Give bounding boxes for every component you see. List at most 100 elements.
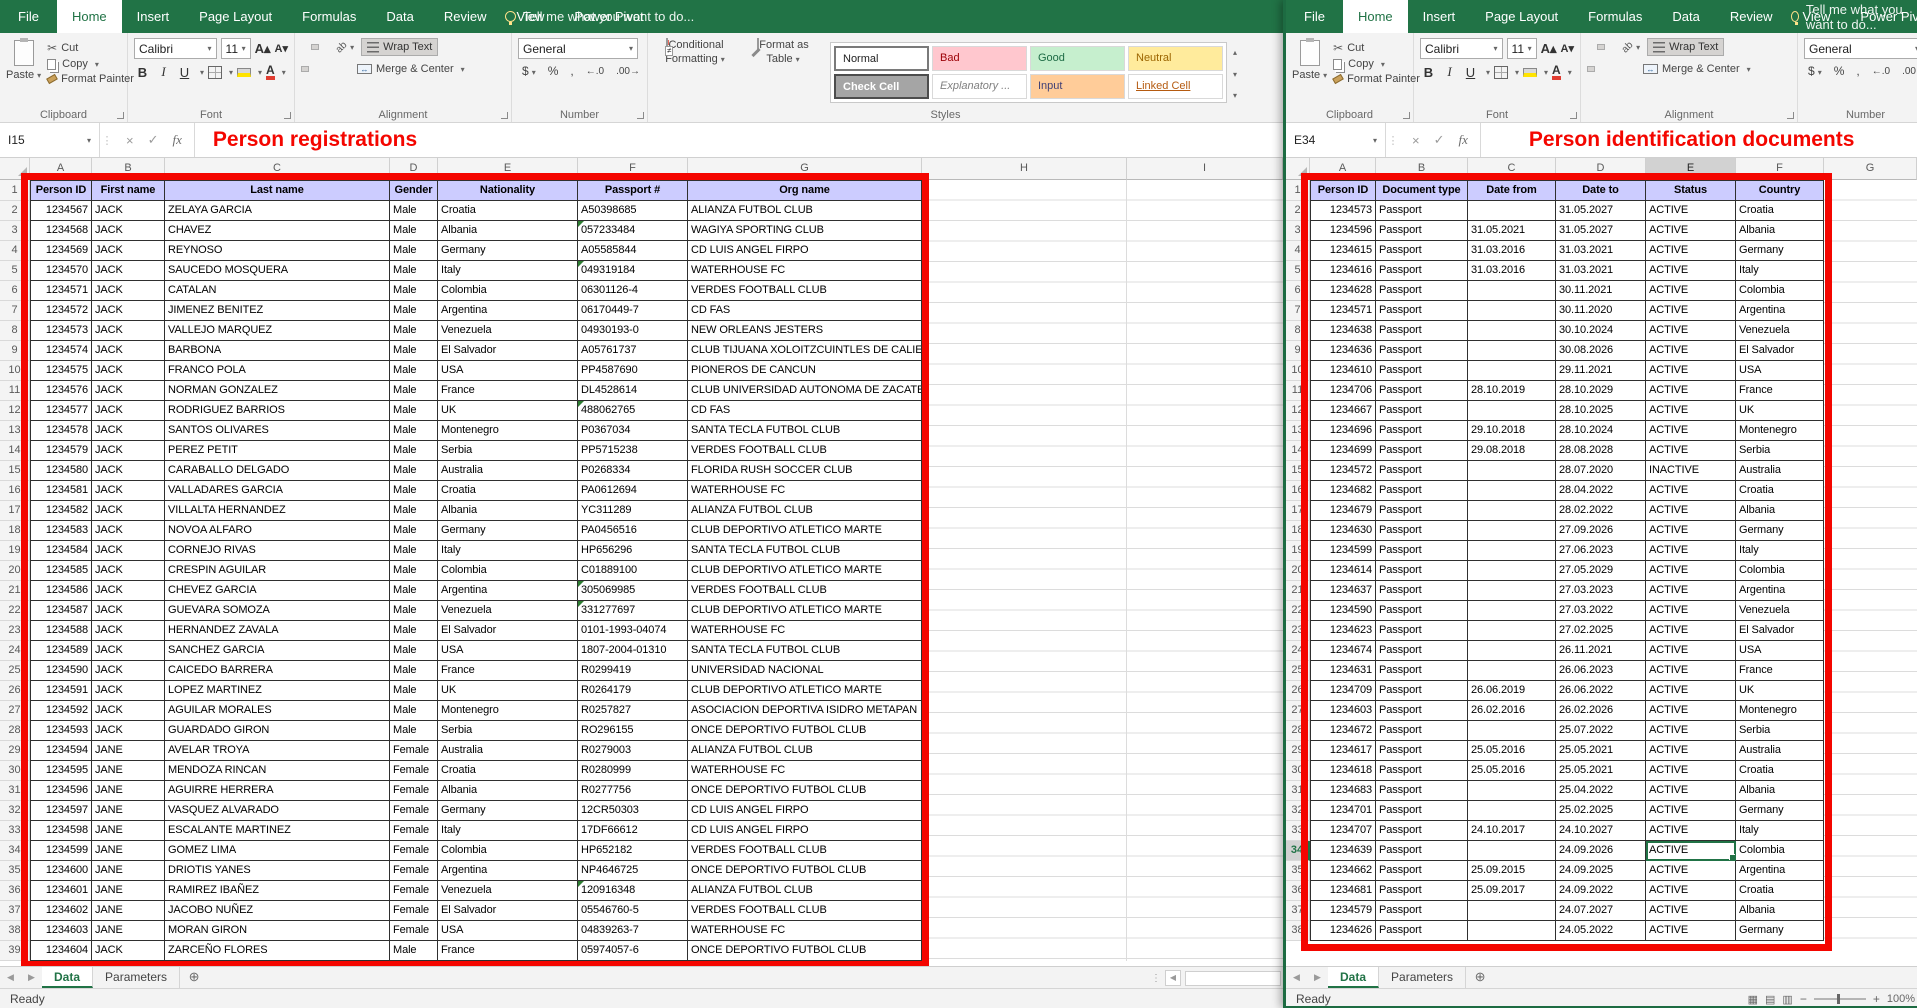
- cell-E33[interactable]: Italy: [438, 821, 578, 841]
- cell-D3[interactable]: Male: [390, 221, 438, 241]
- cell-B10[interactable]: Passport: [1376, 361, 1468, 381]
- cell-G31[interactable]: ONCE DEPORTIVO FUTBOL CLUB: [688, 781, 922, 801]
- cell-F16[interactable]: Croatia: [1736, 481, 1824, 501]
- cell-B1[interactable]: Document type: [1376, 180, 1468, 201]
- ribbon-tab-home[interactable]: Home: [57, 0, 122, 33]
- cell-F10[interactable]: USA: [1736, 361, 1824, 381]
- cell-C27[interactable]: AGUILAR MORALES: [165, 701, 390, 721]
- cell-B10[interactable]: JACK: [92, 361, 165, 381]
- cell-E6[interactable]: Colombia: [438, 281, 578, 301]
- column-header-I[interactable]: I: [1127, 158, 1283, 180]
- cell-F31[interactable]: R0277756: [578, 781, 688, 801]
- align-center-button[interactable]: [313, 67, 319, 71]
- bold-button[interactable]: B: [134, 65, 151, 80]
- row-header-35[interactable]: 35: [0, 861, 30, 881]
- cell-E15[interactable]: INACTIVE: [1646, 461, 1736, 481]
- cell-C2[interactable]: [1468, 201, 1556, 221]
- cell-F13[interactable]: Montenegro: [1736, 421, 1824, 441]
- ribbon-tab-data[interactable]: Data: [371, 0, 428, 33]
- cell-style-input[interactable]: Input: [1030, 74, 1125, 99]
- cell-F4[interactable]: A05585844: [578, 241, 688, 261]
- cell-F8[interactable]: 04930193-0: [578, 321, 688, 341]
- ribbon-tab-file[interactable]: File: [1286, 0, 1343, 33]
- cell-D26[interactable]: Male: [390, 681, 438, 701]
- align-middle-button[interactable]: [1597, 44, 1605, 50]
- row-header-38[interactable]: 38: [0, 921, 30, 941]
- ribbon-tab-formulas[interactable]: Formulas: [1573, 0, 1657, 33]
- underline-button[interactable]: U: [1462, 65, 1479, 80]
- cell-A8[interactable]: 1234573: [30, 321, 92, 341]
- cell-B37[interactable]: JANE: [92, 901, 165, 921]
- cell-A25[interactable]: 1234631: [1310, 661, 1376, 681]
- borders-button[interactable]: [1494, 66, 1508, 79]
- cell-A4[interactable]: 1234569: [30, 241, 92, 261]
- cell-D23[interactable]: 27.02.2025: [1556, 621, 1646, 641]
- cell-C29[interactable]: AVELAR TROYA: [165, 741, 390, 761]
- cell-B8[interactable]: Passport: [1376, 321, 1468, 341]
- cell-D16[interactable]: 28.04.2022: [1556, 481, 1646, 501]
- cell-B36[interactable]: Passport: [1376, 881, 1468, 901]
- sheet-nav-left-icon[interactable]: ◀: [1286, 967, 1307, 988]
- cell-F18[interactable]: PA0456516: [578, 521, 688, 541]
- align-top-button[interactable]: [301, 45, 307, 49]
- cell-C38[interactable]: MORAN GIRON: [165, 921, 390, 941]
- increase-decimal-button[interactable]: ←.0: [1868, 66, 1894, 77]
- decrease-indent-button[interactable]: [333, 67, 339, 71]
- column-header-G[interactable]: G: [1824, 158, 1917, 180]
- dialog-launcher-icon[interactable]: [637, 112, 644, 119]
- row-header-39[interactable]: 39: [0, 941, 30, 961]
- cell-E36[interactable]: ACTIVE: [1646, 881, 1736, 901]
- cell-C20[interactable]: CRESPIN AGUILAR: [165, 561, 390, 581]
- column-header-E[interactable]: E: [438, 158, 578, 180]
- cut-button[interactable]: ✂Cut: [1333, 41, 1420, 55]
- cell-B22[interactable]: JACK: [92, 601, 165, 621]
- zoom-in-icon[interactable]: +: [1873, 992, 1880, 1006]
- cell-A6[interactable]: 1234628: [1310, 281, 1376, 301]
- cell-F15[interactable]: Australia: [1736, 461, 1824, 481]
- cell-D25[interactable]: 26.06.2023: [1556, 661, 1646, 681]
- ribbon-tab-data[interactable]: Data: [1657, 0, 1714, 33]
- cell-C25[interactable]: [1468, 661, 1556, 681]
- row-header-6[interactable]: 6: [1286, 281, 1310, 301]
- cell-B25[interactable]: JACK: [92, 661, 165, 681]
- cell-G4[interactable]: CD LUIS ANGEL FIRPO: [688, 241, 922, 261]
- cell-B17[interactable]: Passport: [1376, 501, 1468, 521]
- cell-C3[interactable]: CHAVEZ: [165, 221, 390, 241]
- sheet-tab-parameters[interactable]: Parameters: [1379, 967, 1466, 988]
- cell-G7[interactable]: CD FAS: [688, 301, 922, 321]
- row-header-10[interactable]: 10: [1286, 361, 1310, 381]
- column-header-E[interactable]: E: [1646, 158, 1736, 180]
- cell-D5[interactable]: Male: [390, 261, 438, 281]
- cell-D15[interactable]: 28.07.2020: [1556, 461, 1646, 481]
- cell-F22[interactable]: Venezuela: [1736, 601, 1824, 621]
- increase-decimal-button[interactable]: ←.0: [582, 66, 608, 77]
- cell-D5[interactable]: 31.03.2021: [1556, 261, 1646, 281]
- row-header-12[interactable]: 12: [1286, 401, 1310, 421]
- cell-E24[interactable]: USA: [438, 641, 578, 661]
- cell-C20[interactable]: [1468, 561, 1556, 581]
- cell-D22[interactable]: 27.03.2022: [1556, 601, 1646, 621]
- cell-F9[interactable]: El Salvador: [1736, 341, 1824, 361]
- cell-A9[interactable]: 1234636: [1310, 341, 1376, 361]
- cell-C26[interactable]: 26.06.2019: [1468, 681, 1556, 701]
- row-header-10[interactable]: 10: [0, 361, 30, 381]
- align-right-button[interactable]: [1609, 67, 1615, 71]
- cell-F11[interactable]: DL4528614: [578, 381, 688, 401]
- cell-G22[interactable]: CLUB DEPORTIVO ATLETICO MARTE: [688, 601, 922, 621]
- cell-F6[interactable]: Colombia: [1736, 281, 1824, 301]
- row-header-2[interactable]: 2: [1286, 201, 1310, 221]
- cell-A16[interactable]: 1234581: [30, 481, 92, 501]
- cell-C11[interactable]: 28.10.2019: [1468, 381, 1556, 401]
- cell-E32[interactable]: ACTIVE: [1646, 801, 1736, 821]
- cell-C22[interactable]: GUEVARA SOMOZA: [165, 601, 390, 621]
- cell-A21[interactable]: 1234586: [30, 581, 92, 601]
- percent-style-button[interactable]: %: [1830, 64, 1849, 78]
- select-all-corner[interactable]: [0, 158, 30, 180]
- grow-font-button[interactable]: A▴: [255, 41, 271, 57]
- cell-E8[interactable]: Venezuela: [438, 321, 578, 341]
- row-header-16[interactable]: 16: [1286, 481, 1310, 501]
- cell-E20[interactable]: ACTIVE: [1646, 561, 1736, 581]
- row-header-31[interactable]: 31: [0, 781, 30, 801]
- cell-A37[interactable]: 1234579: [1310, 901, 1376, 921]
- cell-F10[interactable]: PP4587690: [578, 361, 688, 381]
